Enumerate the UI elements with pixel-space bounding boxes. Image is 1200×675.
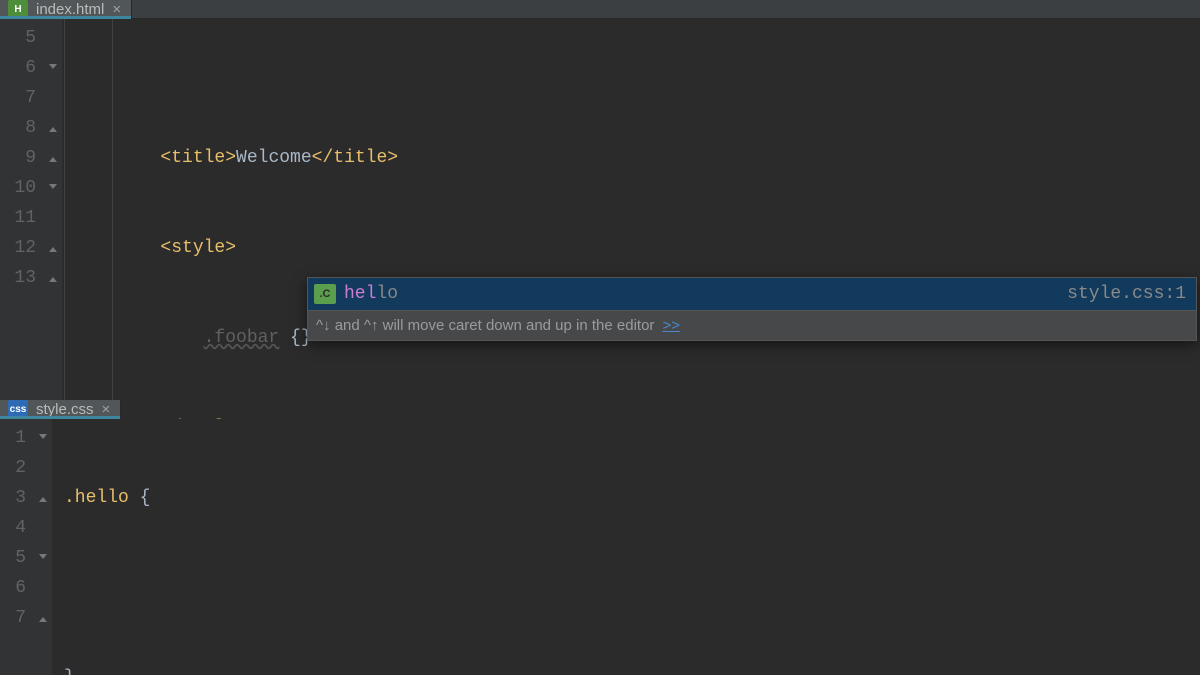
editor-body-bottom[interactable]: 1 2 3 4 5 6 7 .hello { } #world { } — [0, 419, 1200, 675]
completion-item[interactable]: .C hello style.css:1 — [308, 278, 1196, 310]
fold-marker-icon[interactable] — [44, 233, 62, 263]
tab-bar: H index.html × — [0, 0, 1200, 19]
gutter: 1 2 3 4 5 6 7 — [0, 419, 34, 675]
fold-marker-icon[interactable] — [34, 483, 52, 513]
fold-marker-icon[interactable] — [34, 543, 52, 573]
completion-label: hello — [344, 284, 398, 304]
tab-label: index.html — [36, 1, 104, 18]
css-class-icon: .C — [314, 284, 336, 304]
completion-more-link[interactable]: >> — [662, 317, 680, 334]
completion-source: style.css:1 — [1067, 284, 1186, 304]
fold-marker-icon[interactable] — [34, 423, 52, 453]
fold-marker-icon[interactable] — [44, 173, 62, 203]
fold-marker-icon[interactable] — [44, 143, 62, 173]
completion-hint: ^↓ and ^↑ will move caret down and up in… — [308, 310, 1196, 340]
fold-column — [34, 419, 52, 675]
fold-marker-icon[interactable] — [34, 603, 52, 633]
tab-label: style.css — [36, 401, 94, 418]
fold-marker-icon[interactable] — [44, 53, 62, 83]
completion-popup: .C hello style.css:1 ^↓ and ^↑ will move… — [307, 277, 1197, 341]
editor-pane-top: H index.html × 5 6 7 8 9 10 11 12 13 — [0, 0, 1200, 400]
close-icon[interactable]: × — [112, 1, 121, 18]
fold-marker-icon[interactable] — [44, 263, 62, 293]
close-icon[interactable]: × — [102, 401, 111, 418]
tab-index-html[interactable]: H index.html × — [0, 0, 132, 18]
tab-style-css[interactable]: css style.css × — [0, 400, 121, 418]
fold-marker-icon[interactable] — [44, 113, 62, 143]
editor-pane-bottom: css style.css × 1 2 3 4 5 6 7 .hello { — [0, 400, 1200, 675]
code-area[interactable]: .hello { } #world { } — [52, 419, 1200, 675]
